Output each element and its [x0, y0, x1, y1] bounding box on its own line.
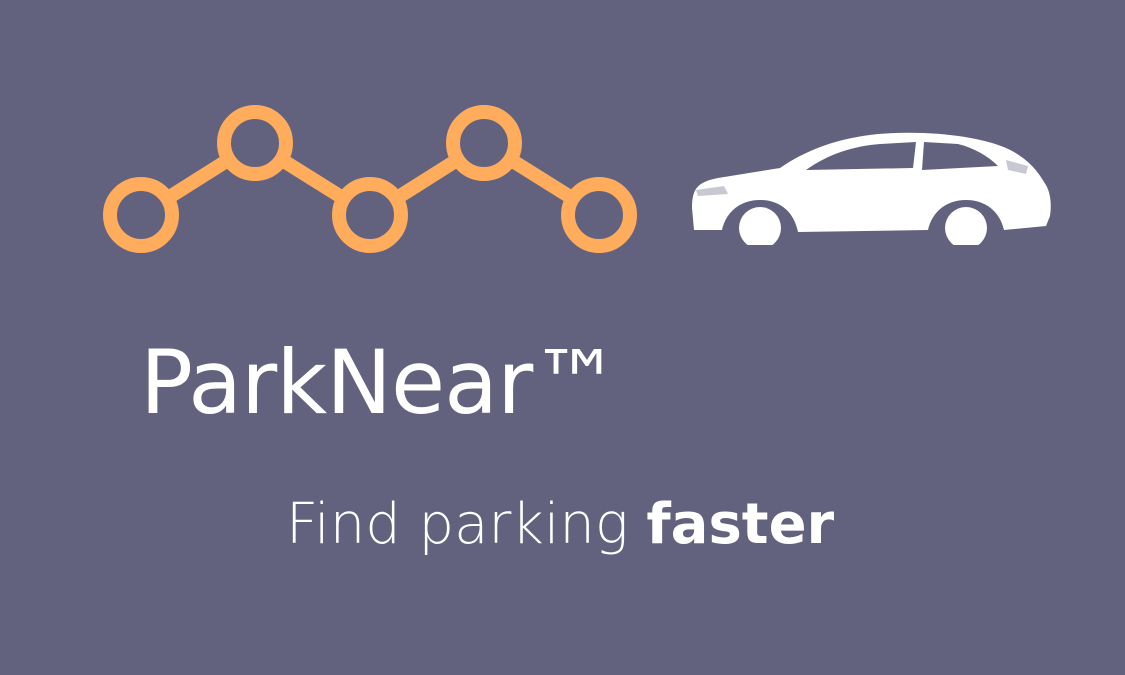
brand-name: ParkNear™	[140, 331, 620, 434]
logo-node	[332, 177, 408, 253]
logo-node	[103, 177, 179, 253]
hatchback-car-icon	[692, 132, 1051, 245]
logo-node	[561, 177, 637, 253]
tagline: Find parking faster	[286, 490, 834, 560]
logo-node	[446, 105, 522, 181]
tagline-prefix: Find parking	[286, 492, 647, 557]
tagline-emphasis: faster	[646, 492, 835, 557]
logo-node	[217, 105, 293, 181]
connected-nodes-icon	[103, 105, 637, 253]
